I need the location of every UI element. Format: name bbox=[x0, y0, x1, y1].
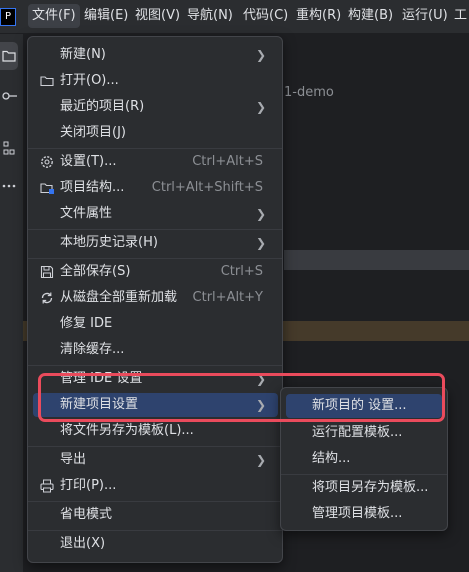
gear-icon bbox=[39, 154, 55, 170]
menu-item-shortcut: Ctrl+Alt+Y bbox=[192, 290, 263, 305]
menu-tools[interactable]: 工 bbox=[450, 4, 469, 28]
menu-item-shortcut: Ctrl+Alt+Shift+S bbox=[151, 180, 263, 195]
submenu-arrow-icon: ❯ bbox=[255, 48, 266, 62]
menu-separator bbox=[28, 258, 282, 259]
folder-icon bbox=[39, 73, 55, 89]
menu-item-project-structure[interactable]: 项目结构... Ctrl+Alt+Shift+S bbox=[33, 176, 278, 200]
project-structure-icon bbox=[39, 180, 55, 196]
menu-item-label: 打开(O)... bbox=[60, 73, 119, 88]
tool-window-stripe bbox=[0, 34, 24, 572]
submenu-item-run-configuration-templates[interactable]: 运行配置模板... bbox=[286, 421, 442, 445]
submenu-item-label: 管理项目模板... bbox=[312, 506, 403, 521]
menu-item-export[interactable]: 导出 ❯ bbox=[33, 448, 278, 472]
menu-item-label: 新建(N) bbox=[60, 47, 106, 62]
menu-item-label: 将文件另存为模板(L)... bbox=[60, 423, 194, 438]
submenu-item-manage-project-templates[interactable]: 管理项目模板... bbox=[286, 502, 442, 526]
editor-selected-row bbox=[284, 250, 469, 270]
project-name-text: 1-demo bbox=[284, 85, 334, 100]
menu-view[interactable]: 视图(V) bbox=[131, 4, 184, 28]
menu-refactor[interactable]: 重构(R) bbox=[292, 4, 345, 28]
submenu-item-structure[interactable]: 结构... bbox=[286, 447, 442, 471]
menu-separator bbox=[28, 501, 282, 502]
menu-item-label: 导出 bbox=[60, 452, 87, 467]
submenu-arrow-icon: ❯ bbox=[255, 236, 266, 250]
structure-icon[interactable] bbox=[0, 134, 18, 162]
menu-item-close-project[interactable]: 关闭项目(J) bbox=[33, 121, 278, 145]
more-tools-icon[interactable] bbox=[0, 172, 18, 200]
menu-item-power-save-mode[interactable]: 省电模式 bbox=[33, 503, 278, 527]
menu-item-label: 本地历史记录(H) bbox=[60, 235, 158, 250]
submenu-item-label: 将项目另存为模板... bbox=[312, 480, 429, 495]
menu-item-exit[interactable]: 退出(X) bbox=[33, 532, 278, 556]
menu-item-label: 省电模式 bbox=[60, 507, 113, 522]
menu-item-label: 全部保存(S) bbox=[60, 264, 131, 279]
menu-separator bbox=[28, 229, 282, 230]
menu-item-repair-ide[interactable]: 修复 IDE bbox=[33, 312, 278, 336]
menu-item-label: 清除缓存... bbox=[60, 342, 125, 357]
submenu-arrow-icon: ❯ bbox=[255, 207, 266, 221]
menu-item-invalidate-caches[interactable]: 清除缓存... bbox=[33, 338, 278, 362]
highlight-annotation-box bbox=[38, 373, 445, 422]
menu-item-label: 设置(T)... bbox=[60, 154, 117, 169]
file-menu: 新建(N) ❯ 打开(O)... 最近的项目(R) ❯ 关闭项目(J) 设置(T… bbox=[27, 36, 283, 563]
menu-separator bbox=[28, 365, 282, 366]
submenu-arrow-icon: ❯ bbox=[255, 453, 266, 467]
menu-edit[interactable]: 编辑(E) bbox=[80, 4, 132, 28]
menu-item-label: 退出(X) bbox=[60, 536, 106, 551]
menu-item-label: 修复 IDE bbox=[60, 316, 113, 331]
save-icon bbox=[39, 264, 55, 280]
menu-file[interactable]: 文件(F) bbox=[28, 4, 80, 28]
menu-item-shortcut: Ctrl+Alt+S bbox=[192, 154, 263, 169]
menu-item-save-file-as-template[interactable]: 将文件另存为模板(L)... bbox=[33, 419, 278, 443]
reload-icon bbox=[39, 290, 55, 306]
menu-separator bbox=[28, 446, 282, 447]
menu-navigate[interactable]: 导航(N) bbox=[183, 4, 237, 28]
submenu-item-label: 运行配置模板... bbox=[312, 425, 403, 440]
menu-separator bbox=[281, 474, 447, 475]
main-menu-bar: P 文件(F) 编辑(E) 视图(V) 导航(N) 代码(C) 重构(R) 构建… bbox=[0, 0, 469, 34]
menu-separator bbox=[28, 530, 282, 531]
menu-item-save-all[interactable]: 全部保存(S) Ctrl+S bbox=[33, 260, 278, 284]
menu-item-label: 最近的项目(R) bbox=[60, 99, 145, 114]
menu-code[interactable]: 代码(C) bbox=[239, 4, 292, 28]
menu-item-label: 打印(P)... bbox=[60, 478, 117, 493]
menu-item-print[interactable]: 打印(P)... bbox=[33, 474, 278, 498]
menu-item-file-properties[interactable]: 文件属性 ❯ bbox=[33, 202, 278, 226]
menu-item-label: 文件属性 bbox=[60, 206, 113, 221]
menu-item-settings[interactable]: 设置(T)... Ctrl+Alt+S bbox=[33, 150, 278, 174]
menu-item-reload-from-disk[interactable]: 从磁盘全部重新加载 Ctrl+Alt+Y bbox=[33, 286, 278, 310]
menu-item-open[interactable]: 打开(O)... bbox=[33, 69, 278, 93]
submenu-item-label: 结构... bbox=[312, 451, 351, 466]
menu-build[interactable]: 构建(B) bbox=[344, 4, 397, 28]
menu-separator bbox=[28, 148, 282, 149]
menu-item-local-history[interactable]: 本地历史记录(H) ❯ bbox=[33, 231, 278, 255]
submenu-arrow-icon: ❯ bbox=[255, 100, 266, 114]
project-folder-icon[interactable] bbox=[0, 42, 18, 70]
menu-item-new[interactable]: 新建(N) ❯ bbox=[33, 43, 278, 67]
menu-item-label: 关闭项目(J) bbox=[60, 125, 126, 140]
commit-icon[interactable] bbox=[0, 82, 18, 110]
print-icon bbox=[39, 478, 55, 494]
menu-item-label: 从磁盘全部重新加载 bbox=[60, 290, 178, 305]
submenu-item-save-project-as-template[interactable]: 将项目另存为模板... bbox=[286, 476, 442, 500]
menu-item-shortcut: Ctrl+S bbox=[220, 264, 263, 279]
menu-run[interactable]: 运行(U) bbox=[398, 4, 452, 28]
menu-item-recent-projects[interactable]: 最近的项目(R) ❯ bbox=[33, 95, 278, 119]
menu-item-label: 项目结构... bbox=[60, 180, 125, 195]
app-logo[interactable]: P bbox=[0, 8, 16, 26]
